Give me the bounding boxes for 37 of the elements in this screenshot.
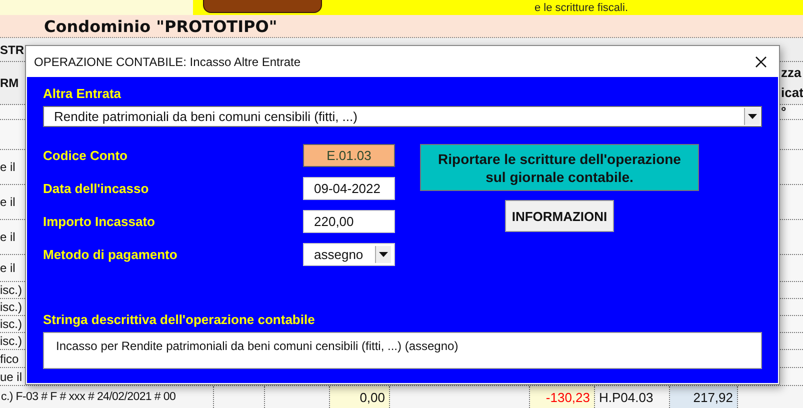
input-field[interactable]: 09-04-2022 [303,177,395,200]
table-cell: e il [0,230,16,244]
info-button[interactable]: INFORMAZIONI [504,200,614,232]
caret-icon [379,252,388,257]
column-header: zza icat [781,64,803,102]
table-cell: e il [0,261,16,275]
field-label: Altra Entrata [43,86,122,101]
close-icon[interactable] [755,56,767,68]
entry-dropdown[interactable]: Rendite patrimoniali da beni comuni censibili (fitti, ...) [43,106,762,127]
account-code-field: E.01.03 [303,144,395,167]
window-title: OPERAZIONE CONTABILE: Incasso Altre Entrate [34,54,301,68]
table-cell: ue il [0,370,22,384]
table-cell: isc.) [0,317,22,331]
field-label: Codice Conto [43,148,128,163]
sheet-title: Condominio "PROTOTIPO" [44,16,278,36]
table-cell: isc.) [0,334,22,348]
table-cell: 0,00 [330,386,390,408]
input-field[interactable]: 220,00 [303,210,395,233]
table-cell: 217,92 [670,386,738,408]
table-cell: isc.) [0,300,22,314]
table-cell: STR [0,42,24,56]
table-cell: fico [0,352,19,366]
field-label: Importo Incassato [43,214,155,229]
column-header: ° [781,103,788,121]
post-button[interactable]: Riportare le scritture dell'operazione sul giornale contabile. [420,144,699,191]
description-field[interactable]: Incasso per Rendite patrimoniali da beni comuni censibili (fitti, ...) (assegno) [43,332,762,369]
table-cell: RM [0,76,19,90]
table-cell: isc.) [0,283,22,297]
table-cell: e il [0,160,16,174]
table-cell: -130,23 [530,386,595,408]
table-cell: c.) F-03 # F # xxx # 24/02/2021 # 00 [0,386,214,408]
banner-text: e le scritture fiscali. [534,1,628,15]
field-label: Data dell'incasso [43,181,149,196]
field-label: Metodo di pagamento [43,247,178,262]
field-label: Stringa descrittiva dell'operazione contabile [43,312,316,327]
table-cell: e il [0,195,16,209]
payment-dropdown[interactable]: assegno [303,243,395,266]
